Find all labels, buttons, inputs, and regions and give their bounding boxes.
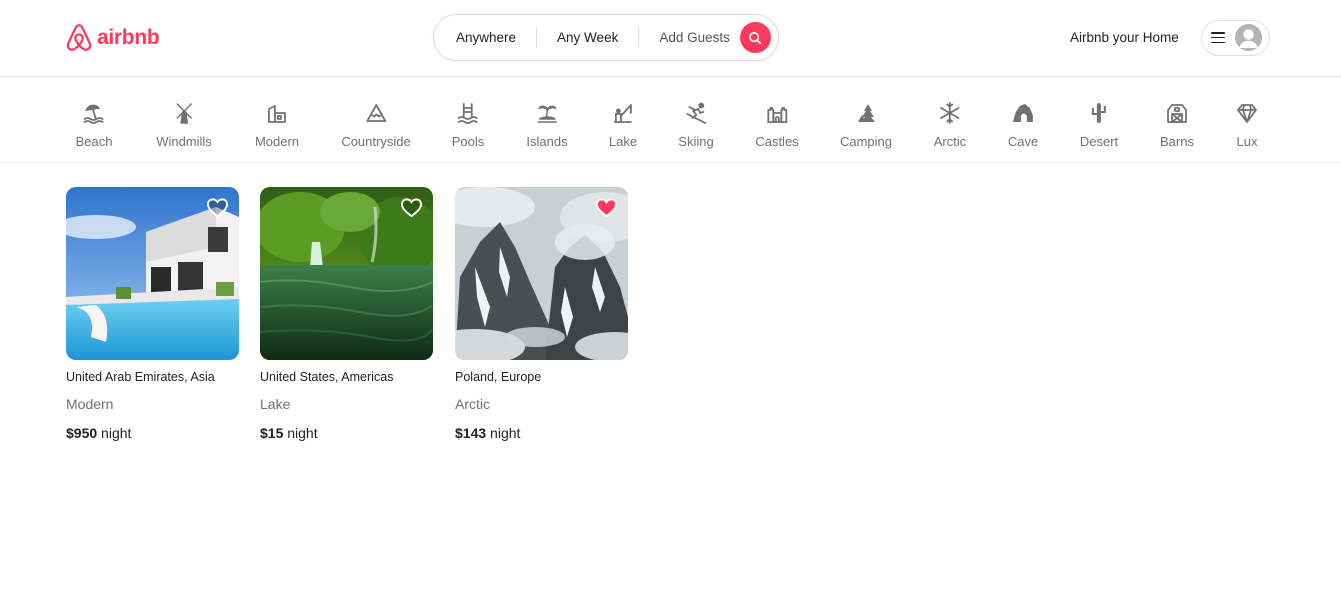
castle-icon xyxy=(765,101,789,125)
avatar xyxy=(1235,24,1262,51)
favorite-heart-filled-icon[interactable] xyxy=(595,197,618,218)
category-arctic[interactable]: Arctic xyxy=(934,78,966,163)
search-bar[interactable]: Anywhere Any Week Add Guests xyxy=(433,14,779,61)
listing-card[interactable]: Poland, Europe Arctic $143 night xyxy=(455,187,628,442)
user-menu-button[interactable] xyxy=(1201,20,1270,56)
price-unit: night xyxy=(287,425,318,441)
cactus-icon xyxy=(1087,101,1111,125)
price-amount: $15 xyxy=(260,425,284,441)
category-lux[interactable]: Lux xyxy=(1235,78,1259,163)
listing-price: $143 night xyxy=(455,424,628,442)
category-islands[interactable]: Islands xyxy=(526,78,568,163)
listing-photo[interactable] xyxy=(455,187,628,360)
search-icon xyxy=(749,31,762,44)
cave-icon xyxy=(1011,101,1035,125)
listing-photo[interactable] xyxy=(260,187,433,360)
favorite-heart-icon[interactable] xyxy=(400,197,423,218)
category-desert[interactable]: Desert xyxy=(1080,78,1118,163)
listing-photo[interactable] xyxy=(66,187,239,360)
airbnb-logo[interactable]: airbnb xyxy=(65,22,160,53)
category-pools[interactable]: Pools xyxy=(452,78,484,163)
listing-location: United States, Americas xyxy=(260,370,394,384)
fishing-icon xyxy=(611,101,635,125)
listing-price: $15 night xyxy=(260,424,433,442)
listing-price: $950 night xyxy=(66,424,239,442)
diamond-icon xyxy=(1235,101,1259,125)
barn-icon xyxy=(1165,101,1189,125)
listing-category: Modern xyxy=(66,396,114,412)
hamburger-icon xyxy=(1211,32,1225,44)
modern-house-icon xyxy=(265,101,289,125)
category-barns[interactable]: Barns xyxy=(1160,78,1194,163)
airbnb-your-home-link[interactable]: Airbnb your Home xyxy=(1070,29,1179,47)
category-cave[interactable]: Cave xyxy=(1008,78,1038,163)
category-countryside[interactable]: Countryside xyxy=(341,78,411,163)
brand-name: airbnb xyxy=(97,26,160,49)
search-button[interactable] xyxy=(739,22,771,53)
price-amount: $950 xyxy=(66,425,98,441)
category-windmills[interactable]: Windmills xyxy=(156,78,212,163)
category-modern[interactable]: Modern xyxy=(255,78,299,163)
category-skiing[interactable]: Skiing xyxy=(678,78,714,163)
category-beach[interactable]: Beach xyxy=(76,78,112,163)
listing-location: Poland, Europe xyxy=(455,370,542,384)
search-add-guests[interactable]: Add Guests xyxy=(639,14,740,61)
category-castles[interactable]: Castles xyxy=(755,78,799,163)
price-unit: night xyxy=(101,425,132,441)
top-navbar: airbnb Anywhere Any Week Add Guests Airb… xyxy=(0,0,1341,77)
category-camping[interactable]: Camping xyxy=(840,78,892,163)
listing-card[interactable]: United Arab Emirates, Asia Modern $950 n… xyxy=(66,187,239,442)
listing-card[interactable]: United States, Americas Lake $15 night xyxy=(260,187,433,442)
pool-icon xyxy=(456,101,480,125)
windmill-icon xyxy=(172,101,196,125)
campfire-icon xyxy=(854,101,878,125)
price-amount: $143 xyxy=(455,425,487,441)
search-any-week[interactable]: Any Week xyxy=(537,14,638,61)
skier-icon xyxy=(684,101,708,125)
favorite-heart-icon[interactable] xyxy=(206,197,229,218)
price-unit: night xyxy=(490,425,521,441)
search-anywhere[interactable]: Anywhere xyxy=(434,14,536,61)
mountain-icon xyxy=(364,101,388,125)
island-icon xyxy=(535,101,559,125)
listing-category: Lake xyxy=(260,396,291,412)
category-lake[interactable]: Lake xyxy=(609,78,637,163)
listing-location: United Arab Emirates, Asia xyxy=(66,370,215,384)
listing-category: Arctic xyxy=(455,396,490,412)
category-bar: Beach Windmills Modern Countryside Pools… xyxy=(0,78,1341,163)
beach-icon xyxy=(82,101,106,125)
airbnb-logo-icon xyxy=(66,24,92,51)
user-avatar-icon xyxy=(1235,24,1262,51)
snowflake-icon xyxy=(938,101,962,125)
